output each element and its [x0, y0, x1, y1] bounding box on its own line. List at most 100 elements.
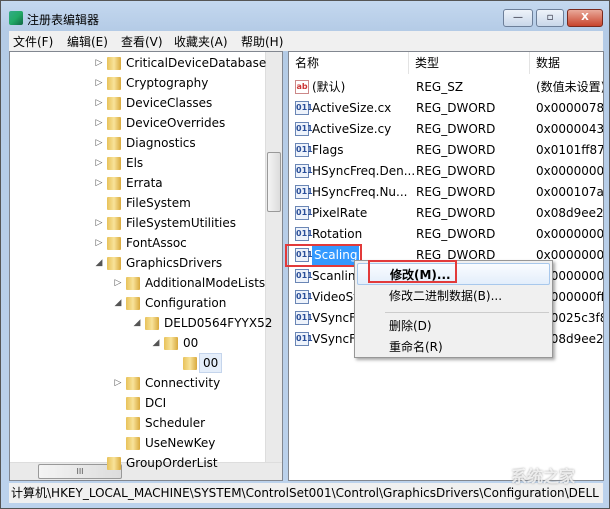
value-type: REG_DWORD — [416, 185, 496, 199]
expand-arrow-icon[interactable]: ▷ — [94, 53, 104, 73]
registry-key-tree[interactable]: III ▷ CriticalDeviceDatabase ▷ Cryptography… — [9, 51, 283, 481]
expand-arrow-icon[interactable]: ▷ — [94, 133, 104, 153]
tree-item-label: Els — [126, 156, 144, 170]
value-row[interactable]: 011 Flags REG_DWORD 0x0101ff87 — [289, 140, 603, 161]
value-data: 0x08d9ee20 — [536, 206, 604, 220]
expand-arrow-icon[interactable]: ▷ — [94, 93, 104, 113]
collapse-arrow-icon[interactable]: ◢ — [94, 253, 104, 273]
tree-item-label: Connectivity — [145, 376, 221, 390]
maximize-button[interactable]: ▫ — [536, 9, 564, 27]
value-row[interactable]: 011Rotation REG_DWORD 0x00000001 — [289, 224, 603, 245]
tree-item[interactable]: Scheduler — [10, 413, 265, 433]
folder-icon — [107, 457, 121, 470]
tree-item-label: DeviceOverrides — [126, 116, 226, 130]
menu-help[interactable]: 帮助(H) — [241, 33, 283, 50]
string-value-icon: ab — [295, 80, 309, 94]
tree-item[interactable]: ▷ Connectivity — [10, 373, 265, 393]
tree-item[interactable]: ◢ 00 — [10, 333, 265, 353]
value-name: HSyncFreq.Nu... — [312, 185, 408, 199]
menu-file[interactable]: 文件(F) — [13, 33, 53, 50]
value-type: REG_DWORD — [416, 122, 496, 136]
window-title: 注册表编辑器 — [27, 13, 100, 27]
value-row[interactable]: 011ActiveSize.cx REG_DWORD 0x00000780 — [289, 98, 604, 119]
expand-arrow-icon[interactable]: ▷ — [113, 373, 123, 393]
value-row[interactable]: 011ActiveSize.cy REG_DWORD 0x00000438 — [289, 119, 603, 140]
tree-item-label: UseNewKey — [145, 436, 216, 450]
folder-icon — [107, 237, 121, 250]
tree-item[interactable]: GroupOrderList — [10, 453, 265, 473]
minimize-button[interactable]: — — [503, 9, 533, 27]
value-row[interactable]: 011 PixelRate REG_DWORD 0x08d9ee20 — [289, 203, 604, 224]
tree-item-label: GraphicsDrivers — [126, 256, 223, 270]
value-type: REG_DWORD — [416, 143, 496, 157]
tree-item[interactable]: ▷ Els — [10, 153, 265, 173]
binary-value-icon: 011 — [295, 164, 313, 178]
tree-item[interactable]: ▷ DeviceOverrides — [10, 113, 265, 133]
tree-item[interactable]: ▷ FontAssoc — [10, 233, 265, 253]
tree-item-label: AdditionalModeLists — [145, 276, 266, 290]
binary-value-icon: 011 — [295, 290, 313, 304]
tree-item[interactable]: ◢ Configuration — [10, 293, 265, 313]
tree-item[interactable]: ▷ AdditionalModeLists — [10, 273, 265, 293]
column-header-data[interactable]: 数据 — [530, 52, 603, 74]
expand-arrow-icon[interactable]: ▷ — [94, 153, 104, 173]
tree-item[interactable]: ▷ Errata — [10, 173, 265, 193]
menu-view[interactable]: 查看(V) — [121, 33, 163, 50]
value-row[interactable]: 011 HSyncFreq.Nu... REG_DWORD 0x000107ac — [289, 182, 603, 203]
menu-item-modify-binary[interactable]: 修改二进制数据(B)... — [357, 285, 550, 307]
expand-arrow-icon[interactable]: ▷ — [94, 213, 104, 233]
column-header-name[interactable]: 名称 — [289, 52, 409, 74]
tree-item[interactable]: ▷ DeviceClasses — [10, 93, 265, 113]
tree-item[interactable]: ▷ CriticalDeviceDatabase — [10, 53, 267, 73]
folder-icon — [164, 337, 178, 350]
tree-item[interactable]: 00 — [10, 353, 265, 373]
binary-value-icon: 011 — [295, 332, 313, 346]
tree-vscroll-thumb[interactable] — [267, 152, 281, 212]
tree-item[interactable]: ◢ GraphicsDrivers — [10, 253, 265, 273]
folder-icon — [107, 137, 121, 150]
tree-item-label: Diagnostics — [126, 136, 196, 150]
folder-icon — [107, 157, 121, 170]
folder-icon — [107, 77, 121, 90]
folder-icon — [107, 217, 121, 230]
binary-value-icon: 011 — [295, 185, 313, 199]
value-row[interactable]: ab (默认) REG_SZ (数值未设置) — [289, 77, 603, 98]
value-data: 0x00000780 — [536, 101, 604, 115]
tree-item-label: 00 — [183, 336, 199, 350]
tree-item[interactable]: ▷ Cryptography — [10, 73, 265, 93]
tree-item[interactable]: UseNewKey — [10, 433, 265, 453]
collapse-arrow-icon[interactable]: ◢ — [113, 293, 123, 313]
folder-icon — [107, 197, 121, 210]
expand-arrow-icon[interactable]: ▷ — [113, 273, 123, 293]
collapse-arrow-icon[interactable]: ◢ — [151, 333, 161, 353]
folder-icon — [126, 417, 140, 430]
tree-item-label: Scheduler — [145, 416, 206, 430]
collapse-arrow-icon[interactable]: ◢ — [132, 313, 142, 333]
menu-item-delete[interactable]: 删除(D) — [357, 315, 550, 337]
menu-edit[interactable]: 编辑(E) — [67, 33, 108, 50]
expand-arrow-icon[interactable]: ▷ — [94, 173, 104, 193]
tree-item[interactable]: ▷ Diagnostics — [10, 133, 265, 153]
value-row[interactable]: 011HSyncFreq.Den...REG_DWORD 0x00000001 — [289, 161, 603, 182]
expand-arrow-icon[interactable]: ▷ — [94, 233, 104, 253]
tree-item-label: FileSystemUtilities — [126, 216, 236, 230]
tree-item[interactable]: DCI — [10, 393, 265, 413]
value-name: Flags — [312, 143, 344, 157]
tree-item[interactable]: ◢ DELD0564FYYX52 — [10, 313, 272, 333]
tree-vertical-scrollbar[interactable] — [265, 52, 282, 462]
tree-item[interactable]: ▷ FileSystemUtilities — [10, 213, 265, 233]
menu-favorites[interactable]: 收藏夹(A) — [174, 33, 228, 50]
menu-item-rename[interactable]: 重命名(R) — [357, 336, 550, 358]
expand-arrow-icon[interactable]: ▷ — [94, 73, 104, 93]
menu-separator — [385, 312, 549, 313]
column-header-type[interactable]: 类型 — [409, 52, 530, 74]
expand-arrow-icon[interactable]: ▷ — [94, 113, 104, 133]
folder-icon — [107, 117, 121, 130]
tree-item[interactable]: FileSystem — [10, 193, 265, 213]
value-type: REG_DWORD — [416, 206, 496, 220]
tree-item-label: Configuration — [145, 296, 227, 310]
close-button[interactable]: X — [567, 9, 603, 27]
tree-item-label: CriticalDeviceDatabase — [126, 56, 267, 70]
registry-editor-window: 注册表编辑器 — ▫ X 文件(F) 编辑(E) 查看(V) 收藏夹(A) 帮助… — [0, 0, 610, 509]
value-name: VideoSt — [312, 290, 358, 304]
